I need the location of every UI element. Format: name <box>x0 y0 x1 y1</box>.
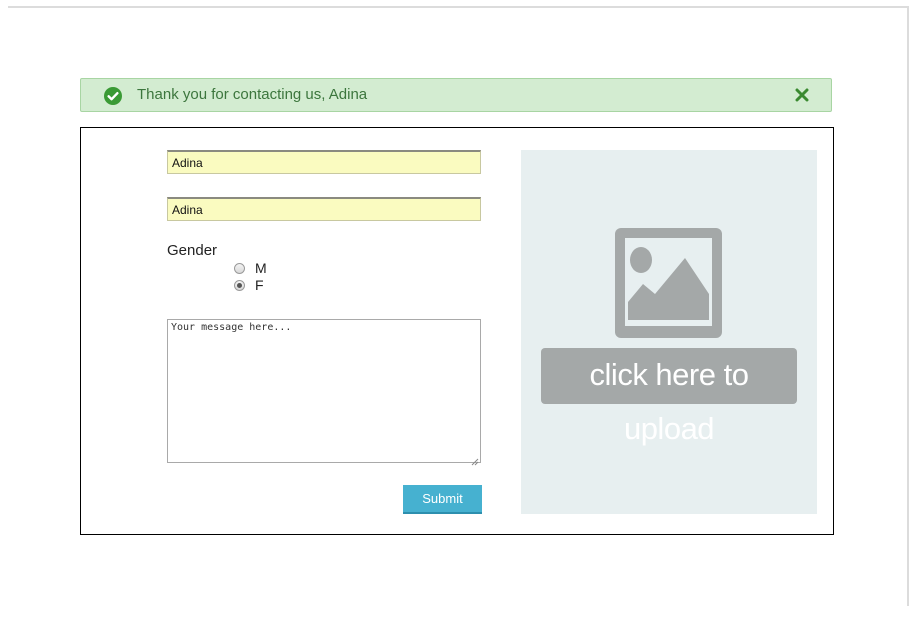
success-alert: Thank you for contacting us, Adina <box>80 78 832 112</box>
image-placeholder-icon <box>615 228 722 338</box>
window-right-border <box>907 6 909 606</box>
gender-radio-f[interactable] <box>234 280 245 291</box>
message-textarea[interactable] <box>167 319 481 463</box>
gender-label: Gender <box>167 242 218 259</box>
upload-text: click here to upload <box>589 357 749 446</box>
upload-dropzone[interactable]: click here to upload <box>521 150 817 514</box>
alert-message: Thank you for contacting us, Adina <box>137 86 368 103</box>
last-name-input[interactable] <box>167 197 481 221</box>
check-circle-icon <box>104 87 122 105</box>
gender-radio-m[interactable] <box>234 263 245 274</box>
gender-radio-label: M <box>255 260 267 276</box>
upload-banner: click here to upload <box>541 348 797 446</box>
submit-button[interactable]: Submit <box>403 485 482 514</box>
resize-grip-icon[interactable] <box>471 453 479 466</box>
first-name-input[interactable] <box>167 150 481 174</box>
gender-radio-label: F <box>255 277 264 293</box>
contact-form: Gender M F Submit click here to upload <box>80 127 834 535</box>
close-icon[interactable] <box>795 88 809 102</box>
window-top-border <box>8 6 908 8</box>
